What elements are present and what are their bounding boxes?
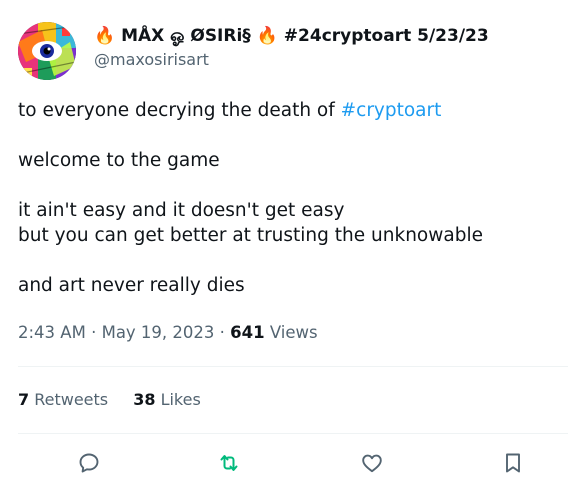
tweet-body: to everyone decrying the death of #crypt… (18, 98, 548, 298)
display-name[interactable]: 🔥 MÅX ஓ ØSIRi§ 🔥 #24cryptoart 5/23/23 (94, 24, 554, 48)
tweet-text: to everyone decrying the death of (18, 100, 341, 121)
avatar[interactable] (18, 22, 76, 80)
meta-separator: · (85, 323, 102, 342)
bookmark-icon (506, 453, 520, 473)
like-button[interactable] (357, 448, 387, 478)
tweet-time-link[interactable]: 2:43 AM (18, 323, 86, 342)
heart-icon (362, 454, 382, 473)
likes-label: Likes (155, 390, 201, 409)
tweet-text-line: it ain't easy and it doesn't get easy (18, 200, 345, 221)
divider (18, 366, 568, 367)
tweet-meta: 2:43 AM · May 19, 2023 · 641 Views (18, 321, 318, 345)
tweet-text-line: but you can get better at trusting the u… (18, 225, 483, 246)
tweet-text-line: to everyone decrying the death of #crypt… (18, 98, 548, 123)
views-label: Views (264, 323, 318, 342)
reply-button[interactable] (74, 448, 104, 478)
reply-icon (79, 453, 99, 473)
retweet-button[interactable] (214, 448, 244, 478)
hashtag-link[interactable]: #cryptoart (341, 100, 442, 121)
retweets-stat-link[interactable]: 7 Retweets (18, 388, 108, 412)
retweets-count: 7 (18, 390, 30, 409)
likes-count: 38 (133, 390, 156, 409)
avatar-art-image (18, 22, 76, 80)
tweet: 🔥 MÅX ஓ ØSIRi§ 🔥 #24cryptoart 5/23/23 @m… (0, 0, 568, 496)
bookmark-button[interactable] (498, 448, 528, 478)
author-names: 🔥 MÅX ஓ ØSIRi§ 🔥 #24cryptoart 5/23/23 @m… (94, 24, 554, 71)
tweet-header: 🔥 MÅX ஓ ØSIRi§ 🔥 #24cryptoart 5/23/23 @m… (18, 18, 558, 82)
user-handle[interactable]: @maxosirisart (94, 49, 554, 71)
likes-stat-link[interactable]: 38 Likes (133, 388, 201, 412)
tweet-actions (0, 444, 568, 482)
retweets-label: Retweets (29, 390, 109, 409)
meta-separator: · (214, 323, 231, 342)
retweet-icon (220, 455, 238, 471)
tweet-text-line: and art never really dies (18, 275, 245, 296)
views-count: 641 (230, 323, 265, 342)
divider (18, 433, 568, 434)
tweet-stats: 7 Retweets 38 Likes (18, 388, 221, 412)
tweet-text-line: welcome to the game (18, 150, 220, 171)
tweet-date-link[interactable]: May 19, 2023 (102, 323, 215, 342)
